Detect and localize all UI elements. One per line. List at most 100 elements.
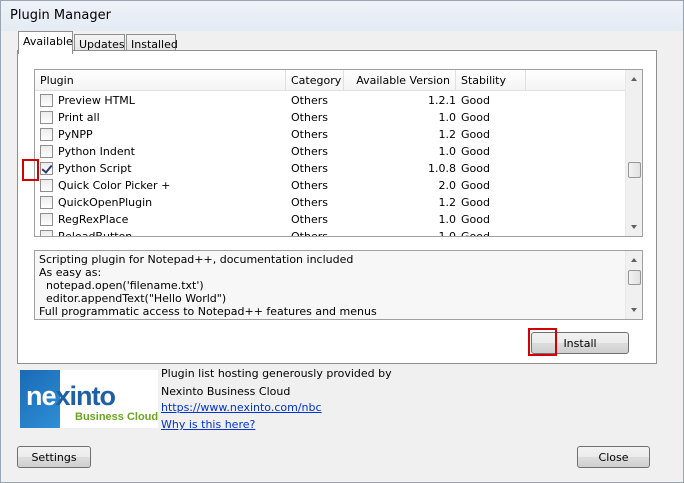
logo-wordmark: nexinto bbox=[26, 381, 116, 411]
plugin-name-cell: PyNPP bbox=[58, 128, 93, 141]
description-scrollbar[interactable] bbox=[625, 251, 642, 319]
column-header-stability-label: Stability bbox=[461, 74, 507, 87]
plugin-version-cell: 1.0 bbox=[438, 230, 457, 237]
hosting-text-line2: Nexinto Business Cloud bbox=[161, 385, 291, 398]
install-highlight-box bbox=[528, 328, 557, 356]
plugin-stability-cell: Good bbox=[461, 179, 490, 192]
plugin-name-cell: QuickOpenPlugin bbox=[58, 196, 153, 209]
table-row[interactable]: Preview HTML Others 1.2.1 Good bbox=[35, 92, 627, 109]
why-is-this-here-link[interactable]: Why is this here? bbox=[161, 418, 255, 431]
description-line: editor.appendText("Hello World") bbox=[39, 292, 227, 305]
plugin-version-cell: 1.0 bbox=[438, 145, 457, 158]
nexinto-logo: nexinto Business Cloud bbox=[20, 370, 158, 428]
plugin-checkbox[interactable] bbox=[40, 213, 53, 226]
plugin-stability-cell: Good bbox=[461, 145, 490, 158]
window-title: Plugin Manager bbox=[10, 8, 111, 23]
plugin-checkbox[interactable] bbox=[40, 162, 53, 175]
column-header-category-label: Category bbox=[291, 74, 342, 87]
plugin-version-cell: 1.2.1 bbox=[428, 94, 456, 107]
scroll-up-arrow-icon[interactable] bbox=[631, 77, 637, 81]
plugin-checkbox[interactable] bbox=[40, 145, 53, 158]
plugin-checkbox[interactable] bbox=[40, 179, 53, 192]
table-row[interactable]: Python Indent Others 1.0 Good bbox=[35, 143, 627, 160]
plugin-stability-cell: Good bbox=[461, 230, 490, 237]
hosting-text-line1: Plugin list hosting generously provided … bbox=[161, 367, 392, 380]
plugin-category-cell: Others bbox=[291, 145, 328, 158]
column-header-version-label: Available Version bbox=[356, 74, 450, 87]
plugin-checkbox[interactable] bbox=[40, 111, 53, 124]
plugin-stability-cell: Good bbox=[461, 213, 490, 226]
hosting-url-link[interactable]: https://www.nexinto.com/nbc bbox=[161, 401, 322, 414]
column-header-stability[interactable]: Stability bbox=[456, 70, 526, 91]
column-header-filler bbox=[526, 70, 627, 91]
logo-tagline: Business Cloud bbox=[75, 411, 159, 423]
column-header-plugin[interactable]: Plugin bbox=[35, 70, 286, 91]
table-row[interactable]: RegRexPlace Others 1.0 Good bbox=[35, 211, 627, 228]
plugin-version-cell: 1.0 bbox=[438, 213, 457, 226]
plugin-stability-cell: Good bbox=[461, 128, 490, 141]
plugin-name-cell: Print all bbox=[58, 111, 100, 124]
tab-available[interactable]: Available bbox=[18, 31, 73, 54]
plugin-manager-window: Plugin Manager Available Updates Install… bbox=[0, 0, 684, 483]
plugin-name-cell: ReloadButton bbox=[58, 230, 133, 237]
plugin-version-cell: 2.0 bbox=[438, 179, 457, 192]
plugin-checkbox[interactable] bbox=[40, 196, 53, 209]
checkbox-highlight-box bbox=[22, 159, 39, 181]
settings-button[interactable]: Settings bbox=[17, 446, 91, 468]
plugin-name-cell: Preview HTML bbox=[58, 94, 135, 107]
column-header-category[interactable]: Category bbox=[286, 70, 344, 91]
plugin-version-cell: 1.0.8 bbox=[428, 162, 456, 175]
close-button[interactable]: Close bbox=[577, 446, 650, 468]
table-row[interactable]: PyNPP Others 1.2 Good bbox=[35, 126, 627, 143]
plugin-checkbox[interactable] bbox=[40, 94, 53, 107]
plugin-stability-cell: Good bbox=[461, 111, 490, 124]
dialog-client-area: Available Updates Installed Plugin Categ… bbox=[1, 31, 683, 482]
plugin-name-cell: RegRexPlace bbox=[58, 213, 129, 226]
plugin-description: Scripting plugin for Notepad++, document… bbox=[34, 250, 643, 320]
description-line: Scripting plugin for Notepad++, document… bbox=[39, 253, 354, 266]
plugin-name-cell: Python Script bbox=[58, 162, 132, 175]
description-line: As easy as: bbox=[39, 266, 102, 279]
table-row[interactable]: Quick Color Picker + Others 2.0 Good bbox=[35, 177, 627, 194]
plugin-category-cell: Others bbox=[291, 128, 328, 141]
plugin-version-cell: 1.0 bbox=[438, 111, 457, 124]
plugin-category-cell: Others bbox=[291, 179, 328, 192]
plugin-category-cell: Others bbox=[291, 162, 328, 175]
plugin-list[interactable]: Plugin Category Available Version Stabil… bbox=[34, 69, 643, 237]
column-header-version[interactable]: Available Version bbox=[344, 70, 456, 91]
plugin-checkbox[interactable] bbox=[40, 230, 53, 236]
plugin-stability-cell: Good bbox=[461, 196, 490, 209]
plugin-category-cell: Others bbox=[291, 213, 328, 226]
plugin-version-cell: 1.2 bbox=[438, 128, 457, 141]
plugin-category-cell: Others bbox=[291, 111, 328, 124]
tab-available-label: Available bbox=[23, 35, 73, 48]
install-button-label: Install bbox=[563, 337, 597, 350]
table-row[interactable]: ReloadButton Others 1.0 Good bbox=[35, 228, 627, 237]
table-row[interactable]: Print all Others 1.0 Good bbox=[35, 109, 627, 126]
plugin-list-header: Plugin Category Available Version Stabil… bbox=[35, 70, 627, 91]
column-header-plugin-label: Plugin bbox=[40, 74, 74, 87]
scroll-up-arrow-icon[interactable] bbox=[631, 258, 637, 262]
scrollbar-thumb[interactable] bbox=[628, 162, 641, 178]
scroll-down-arrow-icon[interactable] bbox=[631, 225, 637, 229]
plugin-name-cell: Quick Color Picker + bbox=[58, 179, 171, 192]
plugin-stability-cell: Good bbox=[461, 162, 490, 175]
scroll-down-arrow-icon[interactable] bbox=[631, 308, 637, 312]
table-row[interactable]: Python Script Others 1.0.8 Good bbox=[35, 160, 627, 177]
plugin-category-cell: Others bbox=[291, 230, 328, 237]
table-row[interactable]: QuickOpenPlugin Others 1.2 Good bbox=[35, 194, 627, 211]
plugin-checkbox[interactable] bbox=[40, 128, 53, 141]
description-line: Full programmatic access to Notepad++ fe… bbox=[39, 305, 377, 318]
plugin-category-cell: Others bbox=[291, 94, 328, 107]
plugin-category-cell: Others bbox=[291, 196, 328, 209]
scrollbar-thumb[interactable] bbox=[628, 270, 641, 285]
plugin-version-cell: 1.2 bbox=[438, 196, 457, 209]
available-tab-panel: Plugin Category Available Version Stabil… bbox=[17, 50, 657, 364]
title-bar: Plugin Manager bbox=[1, 1, 683, 31]
plugin-stability-cell: Good bbox=[461, 94, 490, 107]
plugin-name-cell: Python Indent bbox=[58, 145, 135, 158]
close-button-label: Close bbox=[598, 451, 629, 464]
plugin-list-scrollbar[interactable] bbox=[625, 70, 642, 236]
description-line: notepad.open('filename.txt') bbox=[39, 279, 204, 292]
settings-button-label: Settings bbox=[31, 451, 77, 464]
